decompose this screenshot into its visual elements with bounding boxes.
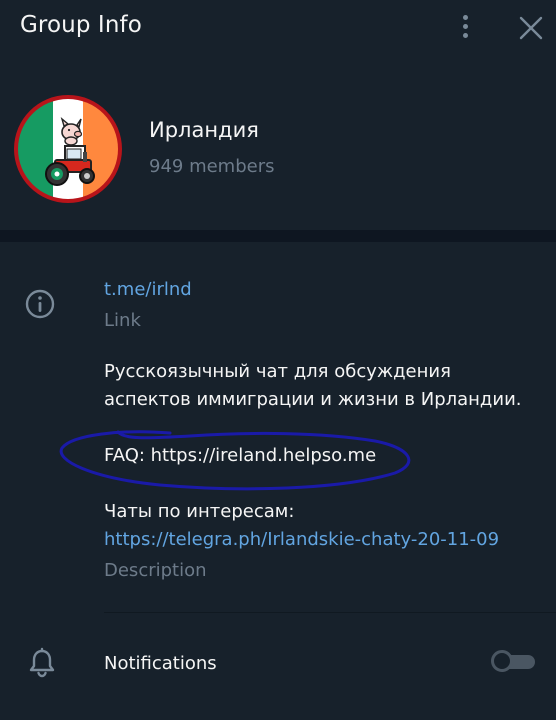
toggle-knob [491, 650, 513, 672]
ireland-flag-tractor-avatar [14, 95, 122, 203]
section-separator [0, 230, 556, 242]
faq-line: FAQ: https://ireland.helpso.me [104, 445, 377, 466]
description-caption: Description [104, 560, 207, 581]
notifications-toggle[interactable] [491, 649, 537, 673]
bell-icon [29, 647, 55, 678]
group-link[interactable]: t.me/irlnd [104, 279, 192, 300]
group-info-panel: Group Info Ирландия 949 members t.me/irl… [0, 0, 556, 720]
close-icon [519, 16, 543, 40]
member-count: 949 members [149, 156, 275, 177]
notifications-label: Notifications [104, 653, 217, 674]
close-button[interactable] [516, 13, 546, 43]
description-line: Чаты по интересам: [104, 501, 295, 522]
link-caption: Link [104, 310, 141, 331]
group-name: Ирландия [149, 118, 259, 142]
divider [104, 612, 556, 613]
group-avatar[interactable] [13, 94, 123, 204]
description-link[interactable]: https://telegra.ph/Irlandskie-chaty-20-1… [104, 529, 499, 550]
description-line: Русскоязычный чат для обсуждения [104, 361, 451, 382]
panel-title: Group Info [20, 12, 142, 38]
description-line: аспектов иммиграции и жизни в Ирландии. [104, 389, 522, 410]
info-icon [25, 289, 55, 319]
header: Group Info [0, 0, 556, 56]
more-menu-button[interactable] [452, 10, 480, 42]
